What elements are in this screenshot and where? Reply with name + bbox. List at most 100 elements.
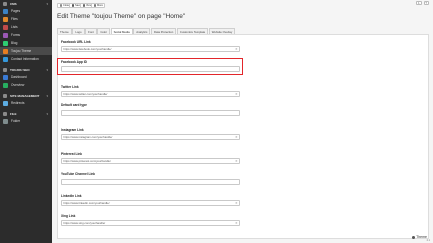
folder-icon [3, 118, 8, 124]
chevron-down-icon: ▾ [46, 111, 48, 116]
app-root: CMS ▾ Pages Files Lists Forms Blog Toujo… [0, 0, 433, 243]
site-management-icon [3, 93, 7, 98]
more-icon [93, 4, 96, 7]
sidebar-item-label: Overview [11, 83, 25, 87]
brand-logo-icon [412, 235, 416, 239]
notification-count[interactable]: 1 [416, 1, 422, 5]
field-twitter-link: Twitter Link https://www.twitter.com/you… [61, 85, 240, 97]
sidebar-item-dashboard[interactable]: Dashboard [0, 73, 52, 81]
more-button-label: More [97, 4, 103, 7]
clear-icon[interactable]: ✕ [235, 47, 237, 51]
dashboard-icon [3, 74, 8, 80]
page-title: Edit Theme "toujou Theme" on page "Home" [57, 13, 186, 20]
field-label: YouTube Channel Link [61, 172, 96, 176]
field-label: Twitter Link [61, 85, 79, 89]
blog-icon [3, 40, 8, 46]
sidebar-item-contact-information[interactable]: Contact Information [0, 55, 52, 63]
overview-icon [3, 82, 8, 88]
version-label: 2.1 [426, 239, 430, 242]
topright-controls: 1 ? [416, 1, 429, 5]
field-label: Facebook URL Link [61, 40, 91, 44]
field-label: LinkedIn Link [61, 194, 82, 198]
field-youtube-channel-link: YouTube Channel Link [61, 172, 240, 185]
sidebar-item-overview[interactable]: Overview [0, 81, 52, 89]
input-value: https://www.pinterest.com/yourhandle/ [63, 159, 111, 163]
sidebar-item-folder[interactable]: Folder [0, 117, 52, 125]
input-value: https://www.instagram.com/yourhandle/ [63, 135, 113, 139]
sidebar-item-files[interactable]: Files [0, 15, 52, 23]
sidebar-item-label: Folder [11, 119, 21, 123]
footer-brand: Theme [412, 235, 427, 239]
sidebar-item-blog[interactable]: Blog [0, 39, 52, 47]
input-value: https://www.facebook.com/yourhandle/ [63, 47, 112, 51]
theme-icon [3, 48, 8, 54]
redirects-icon [3, 100, 8, 106]
field-pinterest-link: Pinterest Link https://www.pinterest.com… [61, 152, 240, 164]
sidebar-item-label: Lists [11, 25, 18, 29]
sidebar-item-redirects[interactable]: Redirects [0, 99, 52, 107]
clear-icon[interactable]: ✕ [235, 201, 237, 205]
lists-icon [3, 24, 8, 30]
clear-icon[interactable]: ✕ [235, 92, 237, 96]
menu-icon [3, 1, 7, 6]
sidebar-item-lists[interactable]: Lists [0, 23, 52, 31]
sidebar-item-label: Dashboard [11, 75, 27, 79]
eye-icon [82, 4, 85, 7]
field-xing-link: Xing Link https://www.xing.com/yourhandl… [61, 214, 240, 226]
forms-icon [3, 32, 8, 38]
module-sidebar: CMS ▾ Pages Files Lists Forms Blog Toujo… [0, 0, 52, 243]
sidebar-item-forms[interactable]: Forms [0, 31, 52, 39]
sidebar-item-label: Pages [11, 9, 21, 13]
more-button[interactable]: More [91, 3, 106, 8]
pinterest-link-input[interactable]: https://www.pinterest.com/yourhandle/ ✕ [61, 158, 240, 164]
highlight-box [57, 58, 243, 75]
field-label: Instagram Link [61, 128, 84, 132]
field-label: Pinterest Link [61, 152, 83, 156]
file-icon [3, 111, 7, 116]
sidebar-section-site-management[interactable]: SITE MANAGEMENT ▾ [0, 92, 52, 99]
contact-icon [3, 56, 8, 62]
field-label: Xing Link [61, 214, 76, 218]
facebook-url-input[interactable]: https://www.facebook.com/yourhandle/ ✕ [61, 46, 240, 52]
youtube-channel-link-input[interactable] [61, 179, 240, 185]
chevron-down-icon: ▾ [46, 67, 48, 72]
twitter-link-input[interactable]: https://www.twitter.com/yourhandle/ ✕ [61, 91, 240, 97]
save-icon [71, 4, 74, 7]
field-instagram-link: Instagram Link https://www.instagram.com… [61, 128, 240, 140]
sidebar-item-toujou-theme[interactable]: Toujou Theme [0, 47, 52, 55]
field-linkedin-link: LinkedIn Link https://www.linkedin.com/y… [61, 194, 240, 206]
input-value: https://www.xing.com/yourhandle/ [63, 221, 106, 225]
sidebar-item-label: Toujou Theme [11, 49, 32, 53]
sidebar-section-cms[interactable]: CMS ▾ [0, 0, 52, 7]
pages-icon [3, 8, 8, 14]
xing-link-input[interactable]: https://www.xing.com/yourhandle/ ✕ [61, 220, 240, 226]
help-button[interactable]: ? [423, 1, 429, 5]
sidebar-section-label: TOUJOU SEO [10, 67, 30, 72]
brand-label: Theme [416, 235, 427, 239]
field-label: Default card type [61, 103, 87, 107]
sidebar-item-label: Contact Information [11, 57, 39, 61]
field-default-card-type: Default card type [61, 103, 240, 116]
sidebar-item-label: Redirects [11, 101, 25, 105]
sidebar-section-file[interactable]: FILE ▾ [0, 110, 52, 117]
input-value: https://www.twitter.com/yourhandle/ [63, 92, 108, 96]
seo-icon [3, 67, 7, 72]
input-value: https://www.linkedin.com/yourhandle/ [63, 201, 110, 205]
sidebar-item-label: Forms [11, 33, 21, 37]
default-card-type-input[interactable] [61, 110, 240, 116]
sidebar-section-label: FILE [10, 111, 17, 116]
sidebar-section-label: SITE MANAGEMENT [10, 93, 40, 98]
clear-icon[interactable]: ✕ [235, 221, 237, 225]
sidebar-section-label: CMS [10, 1, 17, 6]
sidebar-item-label: Files [11, 17, 18, 21]
sidebar-item-pages[interactable]: Pages [0, 7, 52, 15]
clear-icon[interactable]: ✕ [235, 159, 237, 163]
instagram-link-input[interactable]: https://www.instagram.com/yourhandle/ ✕ [61, 134, 240, 140]
linkedin-link-input[interactable]: https://www.linkedin.com/yourhandle/ ✕ [61, 200, 240, 206]
chevron-down-icon: ▾ [46, 93, 48, 98]
chevron-down-icon: ▾ [46, 1, 48, 6]
sidebar-section-toujou-seo[interactable]: TOUJOU SEO ▾ [0, 66, 52, 73]
sidebar-item-label: Blog [11, 41, 18, 45]
doc-header-toolbar: Close Save View More 1 ? [52, 0, 433, 11]
clear-icon[interactable]: ✕ [235, 135, 237, 139]
